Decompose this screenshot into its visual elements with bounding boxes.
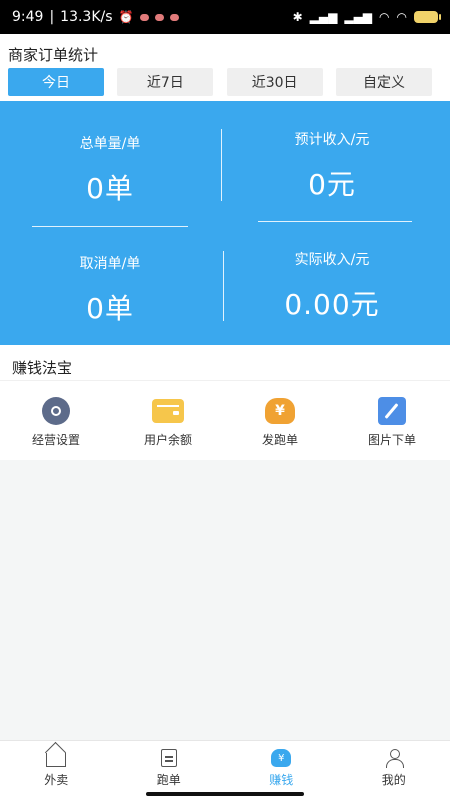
stat-label: 取消单/单 [79,256,141,272]
stat-actual-income: 实际收入/元 0.00元 [222,249,442,323]
divider [258,221,412,222]
home-indicator[interactable] [146,792,304,796]
divider [32,226,188,227]
money-bag-icon: ¥ [271,749,292,767]
stat-value: 0元 [308,168,356,201]
signal-icon-2: ▂▄▆ [344,10,373,24]
tab-mine[interactable]: 我的 [338,741,450,800]
notification-icon [139,13,149,21]
wifi-icon-2: ◠ [396,10,407,24]
status-left: 9:49 | 13.3K/s ⏰ [12,9,179,25]
tab-today[interactable]: 今日 [8,68,104,96]
status-separator: | [49,9,55,25]
money-bag-icon: ¥ [263,397,297,425]
tools-row: 经营设置 用户余额 ¥ 发跑单 图片下单 [0,380,450,458]
tab-label: 跑单 [156,773,181,787]
stat-total-orders: 总单量/单 0单 [0,133,220,207]
tab-last-7-days[interactable]: 近7日 [117,68,214,96]
status-network-speed: 13.3K/s [60,9,113,25]
alarm-icon: ⏰ [118,10,134,24]
stat-expected-income: 预计收入/元 0元 [222,129,442,203]
wifi-icon: ◠ [379,10,390,24]
tab-last-30-days[interactable]: 近30日 [226,68,323,96]
tab-label: 我的 [381,773,406,787]
business-settings-button[interactable]: 经营设置 [0,381,112,458]
signal-icon: ▂▄▆ [309,10,338,24]
tool-label: 发跑单 [261,433,298,447]
date-range-tabs: 今日 近7日 近30日 自定义 [8,68,432,96]
divider [221,129,222,201]
bluetooth-icon: ✱ [292,10,303,24]
divider [223,251,224,321]
stat-value: 0.00元 [284,288,380,321]
user-icon [384,749,404,768]
content-area [0,460,450,740]
tool-label: 用户余额 [143,433,192,447]
tab-label: 外卖 [44,773,69,787]
stat-label: 总单量/单 [79,136,141,152]
gear-icon [39,397,73,425]
status-bar: 9:49 | 13.3K/s ⏰ ✱ ▂▄▆ ▂▄▆ ◠ ◠ [0,0,450,34]
page-title: 商家订单统计 [8,46,99,64]
notification-icon-3 [169,13,179,21]
clipboard-icon [159,749,179,767]
status-right: ✱ ▂▄▆ ▂▄▆ ◠ ◠ [292,10,441,24]
stat-value: 0单 [86,292,134,325]
tab-takeout[interactable]: 外卖 [0,741,113,800]
tools-title: 赚钱法宝 [12,359,73,377]
stat-label: 实际收入/元 [294,252,370,268]
picture-order-button[interactable]: 图片下单 [336,381,448,458]
bottom-tabbar: 外卖 跑单 ¥ 赚钱 我的 [0,740,450,800]
wallet-icon [151,397,185,425]
status-time: 9:49 [12,9,44,25]
post-errand-button[interactable]: ¥ 发跑单 [224,381,336,458]
user-balance-button[interactable]: 用户余额 [112,381,224,458]
tab-label: 赚钱 [269,773,294,787]
stat-cancelled-orders: 取消单/单 0单 [0,253,220,327]
notification-icon-2 [154,13,164,21]
tool-label: 图片下单 [367,433,416,447]
stats-panel: 总单量/单 0单 预计收入/元 0元 取消单/单 0单 实际收入/元 0.00元 [0,101,450,345]
edit-icon [375,397,409,425]
stat-label: 预计收入/元 [294,132,370,148]
home-icon [46,749,67,767]
stat-value: 0单 [86,172,134,205]
tab-custom[interactable]: 自定义 [335,68,432,96]
tool-label: 经营设置 [31,433,80,447]
battery-icon [414,11,441,23]
